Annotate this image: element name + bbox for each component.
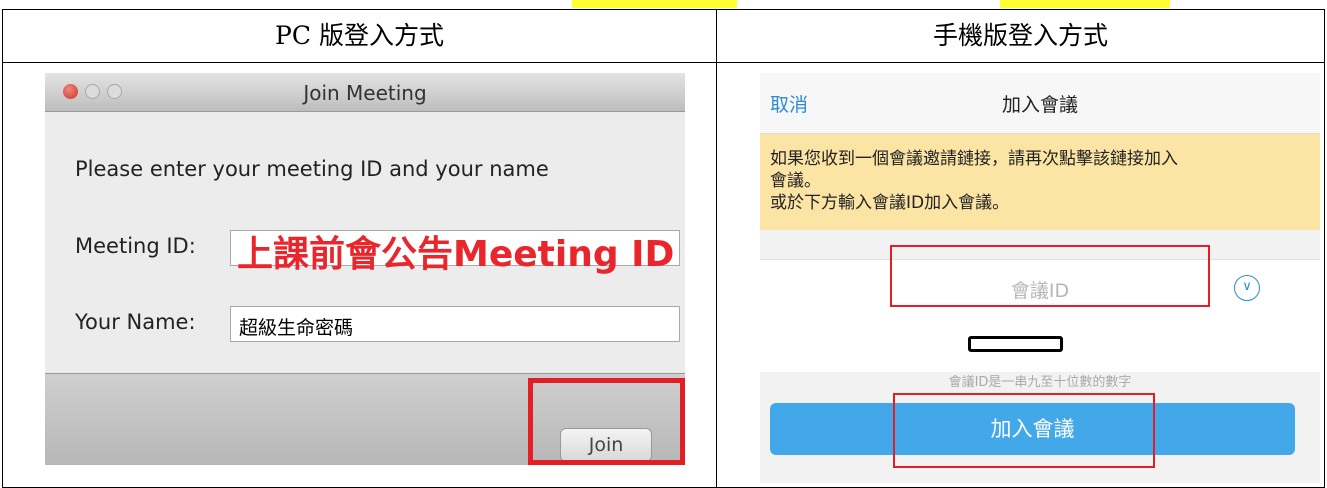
mobile-nav-bar: 取消 加入會議 bbox=[760, 73, 1320, 134]
invite-notice: 如果您收到一個會議邀請鏈接，請再次點擊該鏈接加入 會議。 或於下方輸入會議ID加… bbox=[760, 134, 1320, 230]
mobile-title: 加入會議 bbox=[1001, 94, 1078, 116]
notice-line: 或於下方輸入會議ID加入會議。 bbox=[770, 193, 1010, 213]
meeting-id-hint: 會議ID是一串九至十位數的數字 bbox=[948, 375, 1132, 390]
highlight-mark bbox=[1000, 0, 1170, 8]
join-prompt: Please enter your meeting ID and your na… bbox=[75, 157, 549, 181]
your-name-label: Your Name: bbox=[75, 310, 196, 334]
window-titlebar: Join Meeting bbox=[45, 73, 685, 112]
window-body: Please enter your meeting ID and your na… bbox=[45, 112, 685, 372]
pc-login-cell: Join Meeting Please enter your meeting I… bbox=[2, 62, 717, 488]
join-highlight-box bbox=[528, 378, 685, 465]
redacted-name bbox=[968, 336, 1063, 352]
join-highlight-box bbox=[893, 393, 1155, 468]
join-meeting-window: Join Meeting Please enter your meeting I… bbox=[45, 73, 685, 465]
your-name-value: 超級生命密碼 bbox=[239, 317, 354, 339]
highlight-mark bbox=[572, 0, 737, 8]
notice-line: 如果您收到一個會議邀請鏈接，請再次點擊該鏈接加入 bbox=[770, 149, 1178, 169]
chevron-down-icon[interactable]: ∨ bbox=[1234, 275, 1260, 301]
pc-column-header: PC 版登入方式 bbox=[2, 9, 717, 63]
meeting-id-field[interactable]: 上課前會公告Meeting ID bbox=[230, 230, 680, 275]
your-name-field[interactable]: 超級生命密碼 bbox=[230, 306, 680, 342]
meeting-id-annotation: 上課前會公告Meeting ID bbox=[237, 234, 675, 275]
mobile-join-screen: 取消 加入會議 如果您收到一個會議邀請鏈接，請再次點擊該鏈接加入 會議。 或於下… bbox=[760, 73, 1320, 483]
mobile-column-header: 手機版登入方式 bbox=[716, 9, 1325, 63]
meeting-id-label: Meeting ID: bbox=[75, 234, 196, 258]
login-methods-table: PC 版登入方式 手機版登入方式 Join Meeting Please ent… bbox=[2, 9, 1325, 488]
meeting-id-highlight-box bbox=[890, 245, 1210, 307]
window-title: Join Meeting bbox=[303, 81, 427, 105]
name-row bbox=[760, 318, 1320, 372]
mobile-login-cell: 取消 加入會議 如果您收到一個會議邀請鏈接，請再次點擊該鏈接加入 會議。 或於下… bbox=[716, 62, 1325, 488]
